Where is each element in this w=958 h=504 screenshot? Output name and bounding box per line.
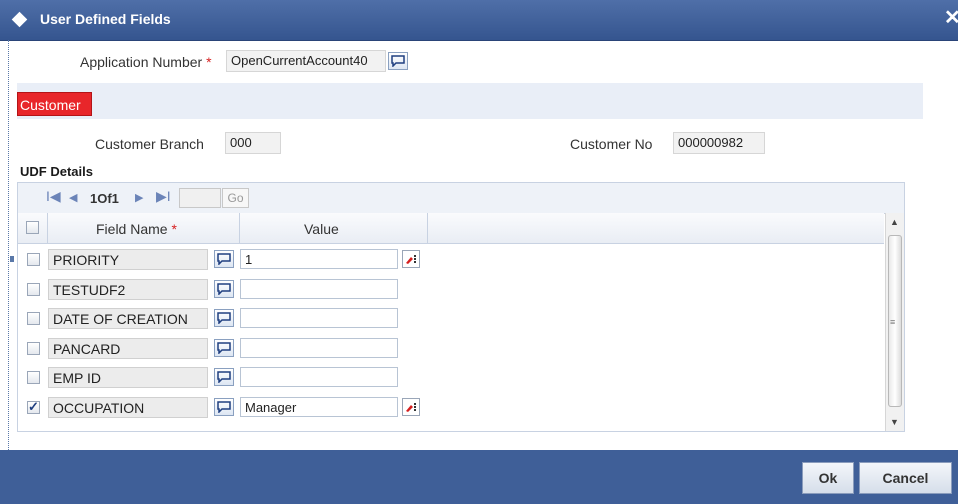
- row-edit-button[interactable]: [402, 397, 420, 416]
- diamond-icon: [11, 11, 28, 28]
- row-lov-button[interactable]: [214, 397, 234, 416]
- row-edit-button[interactable]: [402, 250, 420, 268]
- scroll-grip-icon: ≡: [890, 317, 896, 327]
- row-checkbox[interactable]: [27, 399, 40, 415]
- value-input[interactable]: [240, 308, 398, 328]
- row-checkbox[interactable]: [27, 341, 40, 355]
- field-name-column-label: Field Name: [96, 221, 168, 237]
- header-select-cell: [18, 213, 48, 243]
- lov-speech-bubble-icon: [391, 55, 405, 67]
- last-page-icon[interactable]: ▶I: [156, 188, 171, 205]
- row-lov-button[interactable]: [214, 279, 234, 298]
- value-input[interactable]: 1: [240, 249, 398, 269]
- field-name-cell: PRIORITY: [48, 249, 208, 270]
- edit-pencil-icon: [406, 402, 416, 412]
- required-mark: *: [206, 54, 212, 70]
- row-lov-button[interactable]: [214, 309, 234, 327]
- header-value: Value: [240, 213, 428, 243]
- table-row: TESTUDF2: [18, 275, 884, 304]
- field-name-cell: DATE OF CREATION: [48, 308, 208, 329]
- application-lov-button[interactable]: [388, 52, 408, 70]
- first-page-icon[interactable]: I◀: [46, 188, 61, 205]
- close-icon[interactable]: ✕: [944, 8, 958, 28]
- row-checkbox[interactable]: [27, 312, 40, 325]
- table-row: OCCUPATION Manager: [18, 393, 884, 422]
- value-input[interactable]: [240, 278, 398, 299]
- lov-speech-bubble-icon: [217, 282, 231, 295]
- page-info: 1Of1: [90, 191, 119, 206]
- lov-speech-bubble-icon: [217, 312, 231, 324]
- udf-grid-header: Field Name * Value: [18, 213, 884, 244]
- scroll-up-icon[interactable]: ▲: [890, 217, 899, 227]
- window-title: User Defined Fields: [40, 11, 171, 27]
- customer-no-label: Customer No: [570, 136, 653, 152]
- next-page-icon[interactable]: ▶: [135, 191, 143, 204]
- lov-speech-bubble-icon: [217, 253, 231, 265]
- value-column-label: Value: [304, 221, 339, 237]
- table-row: PRIORITY 1: [18, 245, 884, 274]
- cancel-button[interactable]: Cancel: [859, 462, 952, 494]
- table-row: DATE OF CREATION: [18, 304, 884, 333]
- value-input[interactable]: [240, 367, 398, 387]
- value-input[interactable]: [240, 337, 398, 358]
- table-row: EMP ID: [18, 363, 884, 392]
- lov-speech-bubble-icon: [217, 371, 231, 383]
- title-bar: User Defined Fields ✕: [0, 0, 958, 41]
- udf-details-heading: UDF Details: [20, 164, 93, 179]
- edit-pencil-icon: [406, 255, 416, 264]
- application-number-label: Application Number *: [80, 54, 212, 70]
- field-name-cell: EMP ID: [48, 367, 208, 388]
- value-input[interactable]: Manager: [240, 396, 398, 417]
- row-lov-button[interactable]: [214, 338, 234, 357]
- prev-page-icon[interactable]: ◀: [69, 191, 77, 204]
- page-number-input[interactable]: [179, 188, 221, 208]
- row-checkbox[interactable]: [27, 282, 40, 296]
- field-name-cell: TESTUDF2: [48, 278, 208, 300]
- field-name-cell: PANCARD: [48, 337, 208, 359]
- frame-marker: [10, 256, 14, 262]
- customer-section-tag[interactable]: Customer: [17, 92, 92, 116]
- select-all-checkbox[interactable]: [26, 221, 39, 234]
- udf-grid: I◀ ◀ 1Of1 ▶ ▶I Go Field Name * Value PRI…: [17, 182, 905, 432]
- customer-section: Customer: [17, 83, 923, 119]
- row-checkbox[interactable]: [27, 371, 40, 384]
- udf-scrollbar[interactable]: ▲ ≡ ▼: [885, 213, 904, 431]
- application-number-field[interactable]: OpenCurrentAccount40: [226, 50, 386, 72]
- header-field-name: Field Name *: [48, 213, 240, 243]
- ok-button[interactable]: Ok: [802, 462, 854, 494]
- go-button[interactable]: Go: [222, 188, 249, 208]
- udf-pager: I◀ ◀ 1Of1 ▶ ▶I Go: [18, 183, 904, 214]
- lov-speech-bubble-icon: [217, 341, 231, 354]
- customer-branch-field[interactable]: 000: [225, 132, 281, 154]
- frame-divider: [8, 40, 9, 450]
- row-checkbox[interactable]: [27, 253, 40, 266]
- customer-no-field[interactable]: 000000982: [673, 132, 765, 154]
- field-name-cell: OCCUPATION: [48, 396, 208, 418]
- table-row: PANCARD: [18, 334, 884, 363]
- lov-speech-bubble-icon: [217, 400, 231, 413]
- customer-branch-label: Customer Branch: [95, 136, 204, 152]
- scroll-down-icon[interactable]: ▼: [890, 417, 899, 427]
- row-lov-button[interactable]: [214, 250, 234, 268]
- required-mark: *: [171, 221, 177, 237]
- row-lov-button[interactable]: [214, 368, 234, 386]
